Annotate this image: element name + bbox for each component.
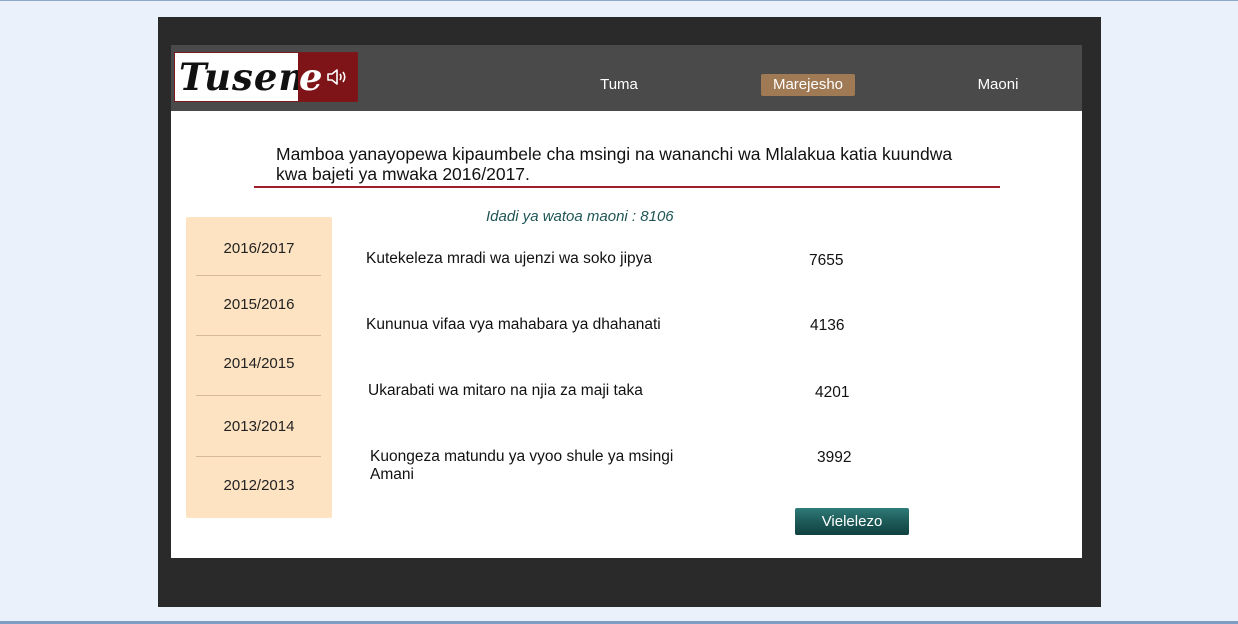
sidebar-item-2016-2017[interactable]: 2016/2017 [186, 240, 332, 257]
vielelezo-button[interactable]: Vielelezo [795, 508, 909, 535]
priority-label: Kutekeleza mradi wa ujenzi wa soko jipya [366, 250, 653, 267]
sidebar-divider [196, 395, 321, 396]
nav-marejesho[interactable]: Marejesho [761, 74, 855, 96]
title-divider [254, 186, 1000, 188]
sidebar-divider [196, 275, 321, 276]
main-content: Mamboa yanayopewa kipaumbele cha msingi … [171, 111, 1082, 558]
nav-tuma[interactable]: Tuma [599, 74, 639, 96]
respondents-count: Idadi ya watoa maoni : 8106 [486, 208, 674, 225]
priority-value: 7655 [809, 252, 844, 269]
logo[interactable]: Tuseme e [174, 52, 358, 102]
priority-label: Kuongeza matundu ya vyoo shule ya msingi… [370, 448, 674, 483]
page-title: Mamboa yanayopewa kipaumbele cha msingi … [276, 144, 953, 184]
sidebar-item-2014-2015[interactable]: 2014/2015 [186, 355, 332, 372]
header-bar: Tuseme e Tuma Marejesho Maoni [171, 45, 1082, 111]
sidebar-item-2013-2014[interactable]: 2013/2014 [186, 418, 332, 435]
nav-maoni[interactable]: Maoni [973, 74, 1023, 96]
priority-value: 3992 [817, 449, 852, 466]
logo-accent: e [298, 53, 357, 101]
logo-accent-letter: e [299, 55, 323, 99]
speaker-icon [326, 67, 350, 87]
priority-label: Ukarabati wa mitaro na njia za maji taka [368, 382, 643, 399]
priority-value: 4201 [815, 384, 850, 401]
priority-value: 4136 [810, 317, 845, 334]
app-frame: Tuseme e Tuma Marejesho Maoni Mamboa yan… [158, 17, 1101, 607]
sidebar-divider [196, 456, 321, 457]
priority-label: Kununua vifaa vya mahabara ya dhahanati [366, 316, 661, 333]
sidebar-item-2012-2013[interactable]: 2012/2013 [186, 477, 332, 494]
sidebar-divider [196, 335, 321, 336]
year-sidebar: 2016/2017 2015/2016 2014/2015 2013/2014 … [186, 217, 332, 518]
logo-text: Tuseme [175, 53, 342, 101]
sidebar-item-2015-2016[interactable]: 2015/2016 [186, 296, 332, 313]
